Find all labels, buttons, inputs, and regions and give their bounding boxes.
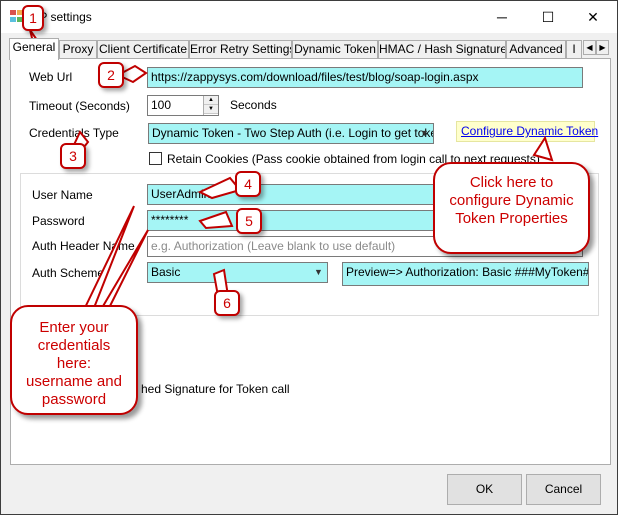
signature-option-label: hed Signature for Token call bbox=[141, 382, 290, 396]
web-url-label: Web Url bbox=[29, 70, 73, 84]
retain-cookies-checkbox[interactable] bbox=[149, 152, 162, 165]
credentials-callout: Enter your credentials here: username an… bbox=[10, 305, 138, 415]
spin-up-icon[interactable]: ▲ bbox=[204, 96, 218, 105]
cancel-button[interactable]: Cancel bbox=[526, 474, 601, 505]
password-label: Password bbox=[32, 214, 85, 228]
maximize-button[interactable]: ☐ bbox=[525, 1, 571, 33]
callout-number-6: 6 bbox=[214, 290, 240, 316]
close-button[interactable]: ✕ bbox=[570, 1, 616, 33]
tab-overflow[interactable]: I bbox=[566, 40, 582, 59]
user-name-label: User Name bbox=[32, 188, 93, 202]
tab-dynamic-token[interactable]: Dynamic Token bbox=[292, 40, 378, 59]
tab-proxy[interactable]: Proxy bbox=[59, 40, 97, 59]
timeout-unit-label: Seconds bbox=[230, 98, 277, 112]
tab-advanced[interactable]: Advanced bbox=[506, 40, 566, 59]
tab-strip: General Proxy Client Certificate Error R… bbox=[9, 38, 611, 60]
web-url-input[interactable]: https://zappysys.com/download/files/test… bbox=[147, 67, 583, 88]
auth-scheme-select[interactable]: Basic ▼ bbox=[147, 262, 328, 283]
timeout-label: Timeout (Seconds) bbox=[29, 99, 130, 113]
callout-number-4: 4 bbox=[235, 171, 261, 197]
tab-hmac-hash-signature[interactable]: HMAC / Hash Signature bbox=[378, 40, 506, 59]
timeout-spin-buttons[interactable]: ▲ ▼ bbox=[203, 96, 218, 115]
tab-client-certificate[interactable]: Client Certificate bbox=[97, 40, 189, 59]
tab-general[interactable]: General bbox=[9, 38, 59, 60]
callout-number-5: 5 bbox=[236, 208, 262, 234]
auth-preview-box: Preview=> Authorization: Basic ###MyToke… bbox=[342, 262, 589, 286]
callout-number-2: 2 bbox=[98, 62, 124, 88]
configure-callout: Click here to configure Dynamic Token Pr… bbox=[433, 162, 590, 254]
auth-header-placeholder: e.g. Authorization (Leave blank to use d… bbox=[151, 239, 396, 253]
tab-error-retry-settings[interactable]: Error Retry Settings bbox=[189, 40, 292, 59]
callout-number-3: 3 bbox=[60, 143, 86, 169]
chevron-down-icon[interactable]: ▼ bbox=[416, 124, 433, 143]
tab-scroll-right-icon[interactable]: ▶ bbox=[596, 40, 609, 55]
credentials-type-label: Credentials Type bbox=[29, 126, 119, 140]
ok-button[interactable]: OK bbox=[447, 474, 522, 505]
configure-dynamic-token-link[interactable]: Configure Dynamic Token bbox=[461, 124, 598, 138]
callout-number-1: 1 bbox=[22, 5, 44, 31]
tab-scroll-left-icon[interactable]: ◀ bbox=[583, 40, 596, 55]
spin-down-icon[interactable]: ▼ bbox=[204, 105, 218, 114]
title-bar: TP settings ─ ☐ ✕ bbox=[1, 1, 617, 33]
timeout-value: 100 bbox=[151, 98, 172, 112]
minimize-button[interactable]: ─ bbox=[479, 1, 525, 33]
auth-scheme-value: Basic bbox=[151, 265, 181, 279]
chevron-down-icon[interactable]: ▼ bbox=[310, 263, 327, 282]
timeout-spinner[interactable]: 100 ▲ ▼ bbox=[147, 95, 219, 116]
settings-dialog: TP settings ─ ☐ ✕ General Proxy Client C… bbox=[0, 0, 618, 515]
auth-header-label: Auth Header Name bbox=[32, 239, 135, 253]
auth-scheme-label: Auth Scheme bbox=[32, 266, 105, 280]
credentials-type-value: Dynamic Token - Two Step Auth (i.e. Logi… bbox=[152, 126, 434, 140]
credentials-type-select[interactable]: Dynamic Token - Two Step Auth (i.e. Logi… bbox=[148, 123, 434, 144]
